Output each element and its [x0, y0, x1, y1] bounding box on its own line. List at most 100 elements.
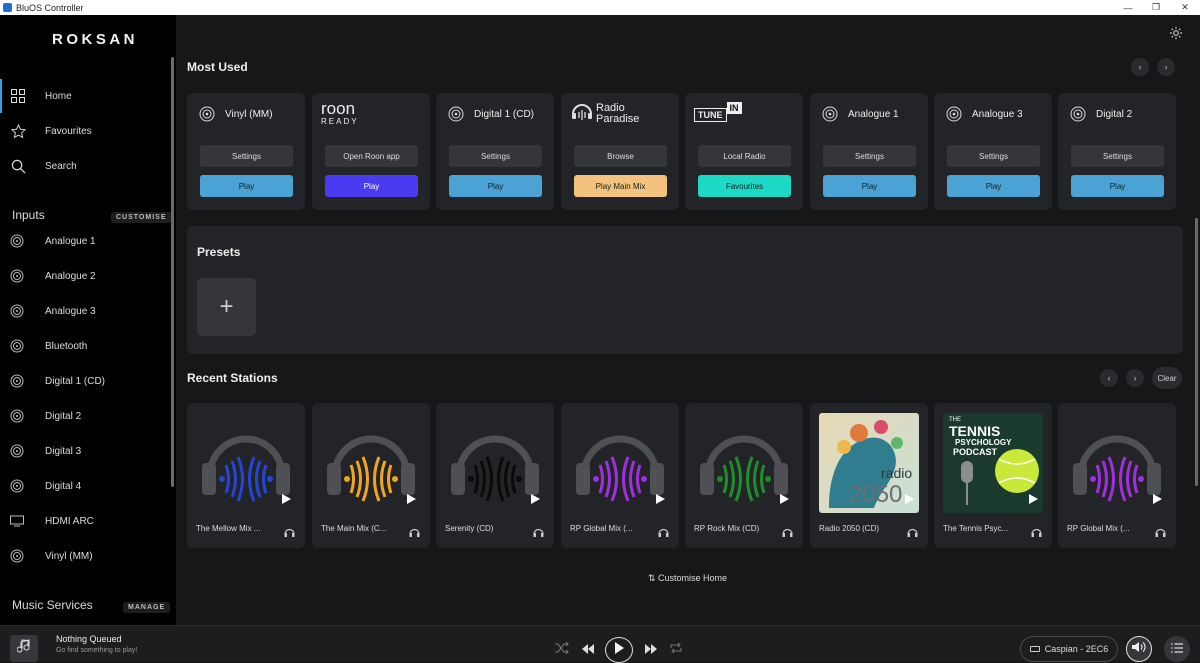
sidebar-input-label: Digital 2 — [45, 410, 82, 422]
shuffle-button[interactable] — [554, 641, 570, 659]
star-icon — [10, 123, 26, 139]
card-secondary-button[interactable]: Local Radio — [698, 145, 791, 167]
card-title-text: Analogue 1 — [848, 108, 899, 120]
input-icon — [822, 106, 838, 122]
music-note-icon — [16, 638, 31, 659]
most-used-card: roon READY Open Roon app Play — [312, 93, 430, 210]
play-icon[interactable] — [281, 491, 291, 504]
previous-track-button[interactable] — [580, 643, 596, 657]
sidebar-input-item[interactable]: Analogue 1 — [0, 226, 176, 256]
minimize-button[interactable]: — — [1113, 0, 1143, 15]
sidebar-input-item[interactable]: Digital 2 — [0, 401, 176, 431]
maximize-button[interactable]: ❐ — [1141, 0, 1171, 15]
recent-station-card[interactable]: Serenity (CD) — [436, 403, 554, 548]
play-icon[interactable] — [1028, 491, 1038, 504]
roon-ready-logo: roon READY — [321, 100, 359, 126]
input-icon — [10, 444, 24, 458]
play-icon[interactable] — [406, 491, 416, 504]
card-secondary-button[interactable]: Settings — [823, 145, 916, 167]
sidebar-input-item[interactable]: Digital 1 (CD) — [0, 366, 176, 396]
presets-heading: Presets — [197, 245, 241, 259]
station-name: Radio 2050 (CD) — [819, 524, 880, 533]
sidebar-input-item[interactable]: Analogue 3 — [0, 296, 176, 326]
card-secondary-button[interactable]: Browse — [574, 145, 667, 167]
sidebar-input-item[interactable]: Analogue 2 — [0, 261, 176, 291]
sidebar-input-item[interactable]: Digital 3 — [0, 436, 176, 466]
input-icon — [10, 479, 24, 493]
plus-icon: + — [219, 293, 234, 320]
add-preset-button[interactable]: + — [197, 278, 256, 336]
play-icon[interactable] — [779, 491, 789, 504]
search-icon — [10, 158, 26, 174]
card-primary-button[interactable]: Play — [200, 175, 293, 197]
card-secondary-button[interactable]: Settings — [200, 145, 293, 167]
recent-station-card[interactable]: The Main Mix (C... — [312, 403, 430, 548]
card-title-text: Digital 1 (CD) — [474, 108, 535, 120]
most-used-card: Analogue 3 Settings Play — [934, 93, 1052, 210]
chevron-left-icon: ‹ — [1107, 373, 1111, 383]
recent-station-card[interactable]: RP Rock Mix (CD) — [685, 403, 803, 548]
sidebar-item-favourites[interactable]: Favourites — [0, 114, 176, 148]
sidebar-scrollbar[interactable] — [171, 57, 174, 487]
card-primary-button[interactable]: Play Main Mix — [574, 175, 667, 197]
station-name: RP Global Mix (... — [570, 524, 633, 533]
card-primary-button[interactable]: Favourites — [698, 175, 791, 197]
card-secondary-button[interactable]: Settings — [947, 145, 1040, 167]
repeat-button[interactable] — [668, 642, 684, 657]
recent-prev-button[interactable]: ‹ — [1100, 369, 1118, 387]
settings-gear-icon[interactable] — [1169, 26, 1183, 40]
card-primary-button[interactable]: Play — [449, 175, 542, 197]
card-secondary-button[interactable]: Settings — [449, 145, 542, 167]
sidebar-input-item[interactable]: Vinyl (MM) — [0, 541, 176, 571]
customise-inputs-button[interactable]: CUSTOMISE — [111, 212, 172, 223]
customise-home-link[interactable]: ⇅ Customise Home — [648, 573, 727, 584]
card-primary-button[interactable]: Play — [325, 175, 418, 197]
sidebar-input-item[interactable]: Digital 4 — [0, 471, 176, 501]
recent-next-button[interactable]: › — [1126, 369, 1144, 387]
queue-button[interactable] — [1164, 636, 1190, 662]
card-secondary-button[interactable]: Open Roon app — [325, 145, 418, 167]
play-icon[interactable] — [1152, 491, 1162, 504]
play-icon[interactable] — [530, 491, 540, 504]
input-icon — [10, 409, 24, 423]
main-scrollbar[interactable] — [1195, 218, 1198, 486]
sidebar-input-item[interactable]: HDMI ARC — [0, 506, 176, 536]
sidebar-input-item[interactable]: Bluetooth — [0, 331, 176, 361]
inputs-heading: Inputs — [12, 208, 45, 222]
close-button[interactable]: ✕ — [1170, 0, 1200, 15]
card-primary-button[interactable]: Play — [947, 175, 1040, 197]
shuffle-icon — [555, 641, 569, 659]
recent-station-card[interactable]: RP Global Mix (... — [561, 403, 679, 548]
play-icon[interactable] — [655, 491, 665, 504]
station-name: The Mellow Mix ... — [196, 524, 261, 533]
now-playing-thumbnail[interactable] — [10, 635, 38, 662]
sidebar-input-label: Bluetooth — [45, 340, 88, 352]
volume-button[interactable] — [1126, 636, 1152, 662]
play-icon — [614, 641, 624, 659]
recent-station-card[interactable]: The Mellow Mix ... — [187, 403, 305, 548]
card-title: Vinyl (MM) — [199, 103, 273, 125]
brand-logo: ROKSAN — [52, 31, 139, 48]
card-title: Analogue 3 — [946, 103, 1023, 125]
headphones-icon — [782, 524, 793, 537]
play-icon[interactable] — [904, 491, 914, 504]
headphones-icon — [409, 524, 420, 537]
recent-station-card[interactable]: THE TENNIS PSYCHOLOGY PODCAST The Tennis Psy… — [934, 403, 1052, 548]
logo-text: Radio — [596, 101, 625, 114]
card-primary-button[interactable]: Play — [1071, 175, 1164, 197]
sidebar-item-home[interactable]: Home — [0, 79, 176, 113]
recent-station-card[interactable]: radio 2050 Radio 2050 (CD) — [810, 403, 928, 548]
recent-station-card[interactable]: RP Global Mix (... — [1058, 403, 1176, 548]
most-used-prev-button[interactable]: ‹ — [1131, 58, 1149, 76]
card-primary-button[interactable]: Play — [823, 175, 916, 197]
zone-selector-button[interactable]: Caspian - 2EC6 — [1020, 636, 1118, 662]
manage-services-button[interactable]: MANAGE — [123, 602, 171, 613]
sidebar-item-search[interactable]: Search — [0, 149, 176, 183]
next-track-button[interactable] — [643, 643, 659, 657]
clear-recent-button[interactable]: Clear — [1152, 367, 1182, 389]
artwork-text: radio — [881, 465, 913, 481]
card-secondary-button[interactable]: Settings — [1071, 145, 1164, 167]
most-used-card: Digital 1 (CD) Settings Play — [436, 93, 554, 210]
play-pause-button[interactable] — [605, 637, 633, 663]
most-used-next-button[interactable]: › — [1157, 58, 1175, 76]
